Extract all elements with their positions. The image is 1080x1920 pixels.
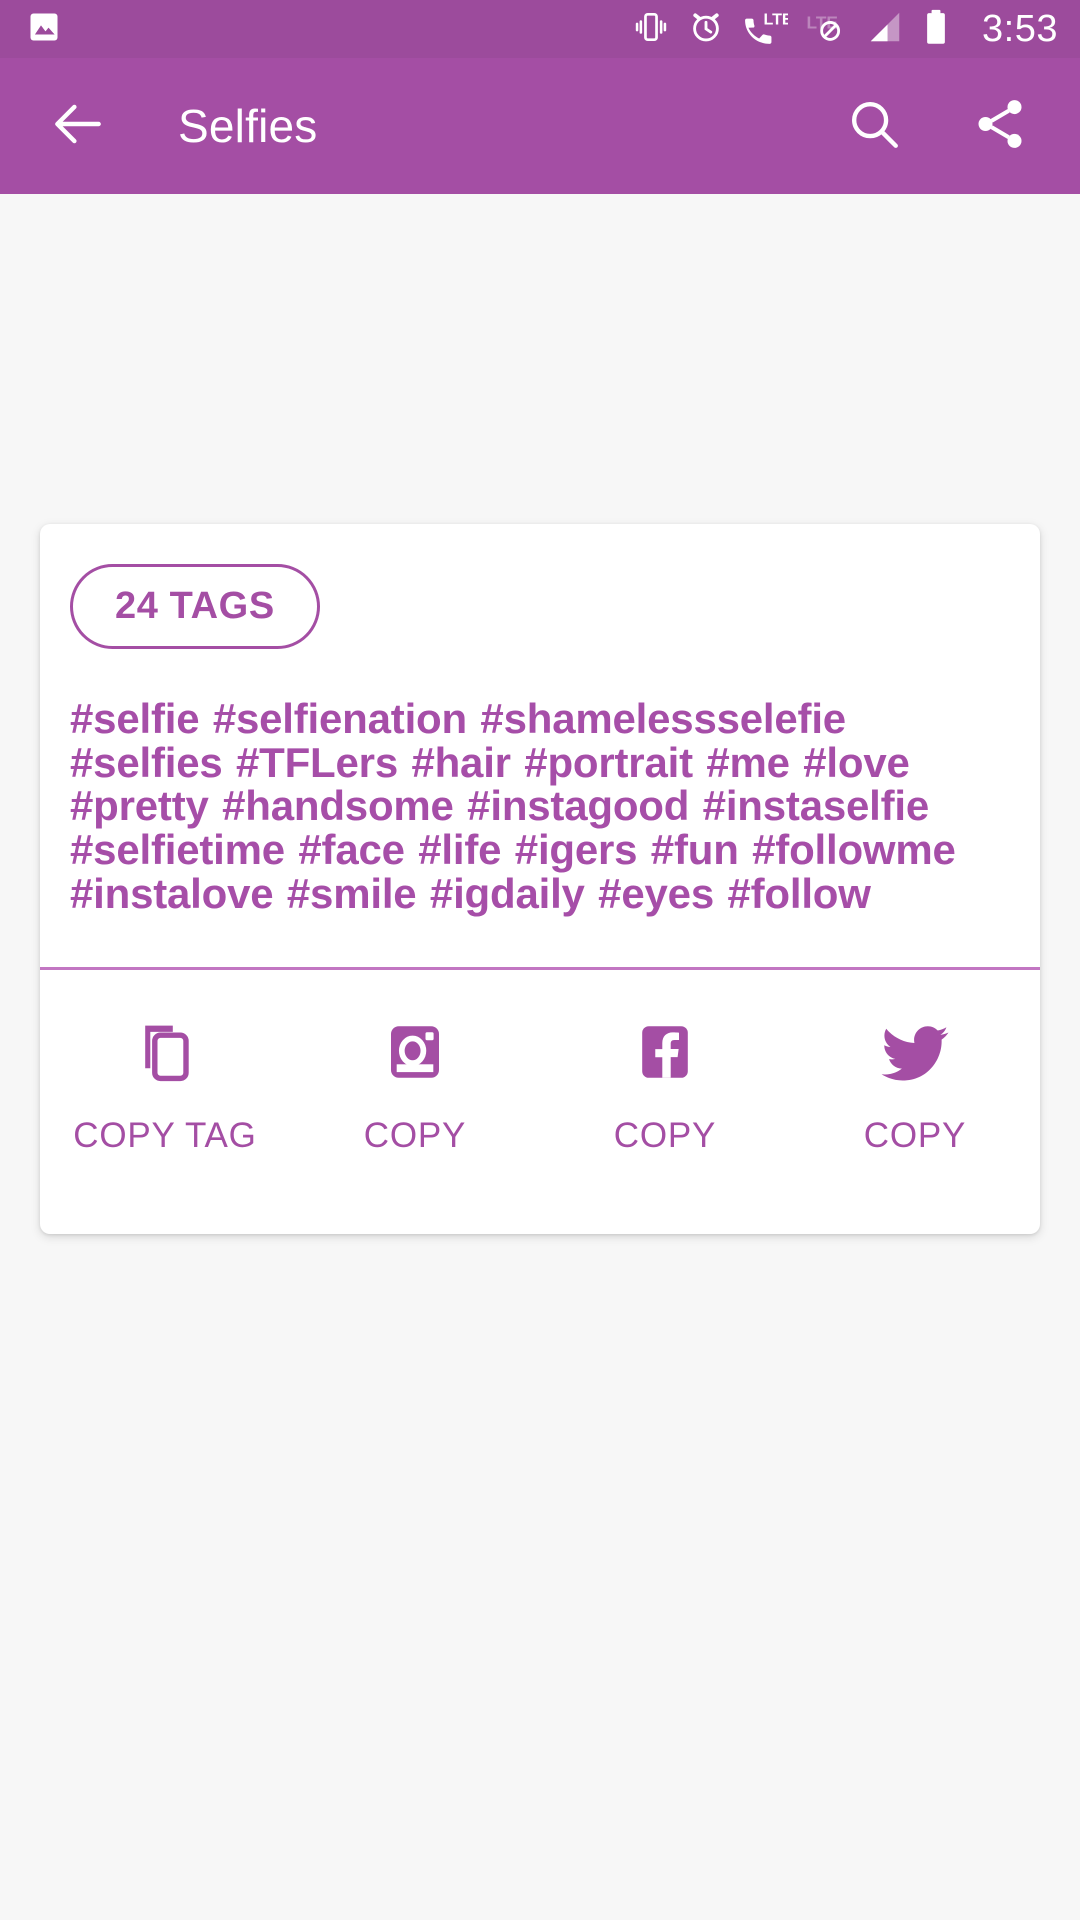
lte-disabled-icon: LTE — [805, 8, 849, 51]
status-bar-notifications — [26, 9, 62, 50]
share-icon — [971, 95, 1029, 158]
image-gallery-icon — [26, 9, 62, 50]
battery-full-icon — [921, 8, 951, 51]
copy-icon — [129, 1012, 201, 1092]
vibrate-icon — [632, 8, 670, 51]
action-label: COPY — [613, 1116, 717, 1156]
copy-twitter-action[interactable]: COPY — [790, 1012, 1040, 1156]
back-button[interactable] — [42, 90, 114, 162]
signal-bars-icon — [866, 8, 904, 51]
tag-card-body: 24 TAGS #selfie #selfienation #shameless… — [40, 524, 1040, 967]
page-title: Selfies — [178, 100, 318, 152]
tag-count-badge[interactable]: 24 TAGS — [70, 564, 320, 649]
action-label: COPY — [363, 1116, 467, 1156]
copy-facebook-action[interactable]: COPY — [540, 1012, 790, 1156]
svg-text:LTE: LTE — [763, 10, 788, 28]
card-actions-row: COPY TAG COPY COPY COPY — [40, 970, 1040, 1234]
tag-card: 24 TAGS #selfie #selfienation #shameless… — [40, 524, 1040, 1235]
arrow-back-icon — [47, 93, 109, 160]
search-icon — [845, 95, 903, 158]
share-button[interactable] — [964, 90, 1036, 162]
app-bar: Selfies — [0, 58, 1080, 194]
status-bar-system-icons: LTE LTE — [632, 8, 1058, 51]
twitter-icon — [877, 1012, 953, 1092]
search-button[interactable] — [838, 90, 910, 162]
action-label: COPY TAG — [73, 1116, 257, 1156]
instagram-icon — [379, 1012, 451, 1092]
alarm-clock-icon — [687, 8, 725, 51]
copy-instagram-action[interactable]: COPY — [290, 1012, 540, 1156]
status-bar: LTE LTE — [0, 0, 1080, 58]
copy-tag-action[interactable]: COPY TAG — [40, 1012, 290, 1156]
status-bar-clock: 3:53 — [982, 8, 1058, 50]
app-root: LTE LTE — [0, 0, 1080, 1920]
lte-call-icon: LTE — [742, 8, 793, 51]
action-label: COPY — [863, 1116, 967, 1156]
content-area: 24 TAGS #selfie #selfienation #shameless… — [0, 194, 1080, 1920]
app-bar-actions — [838, 90, 1036, 162]
facebook-icon — [629, 1012, 701, 1092]
tags-text: #selfie #selfienation #shamelessselefie … — [70, 695, 956, 917]
